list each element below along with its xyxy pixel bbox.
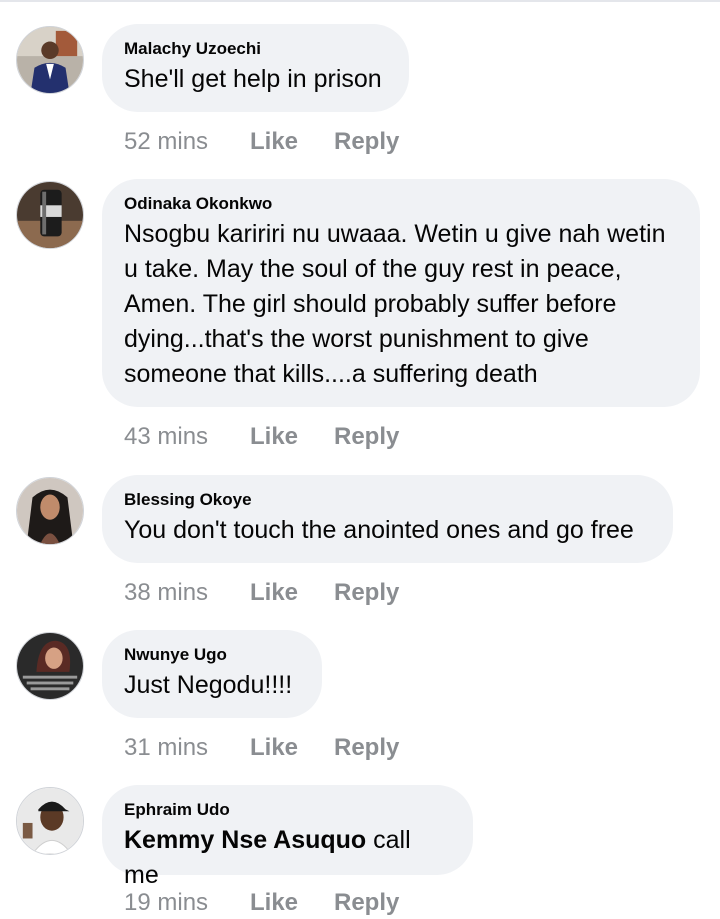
like-button[interactable]: Like <box>250 423 334 451</box>
can-avatar-icon <box>17 182 83 248</box>
avatar[interactable] <box>16 26 84 94</box>
man-cap-avatar-icon <box>17 788 83 854</box>
comment-actions: 38 mins Like Reply <box>124 579 399 607</box>
like-button[interactable]: Like <box>250 889 334 917</box>
comment-actions: 19 mins Like Reply <box>124 889 399 917</box>
comment-text: She'll get help in prison <box>124 65 382 93</box>
comment-text: Kemmy Nse Asuquo call me <box>124 823 451 893</box>
person-in-suit-avatar-icon <box>17 27 83 93</box>
comment-actions: 31 mins Like Reply <box>124 734 399 762</box>
reply-button[interactable]: Reply <box>334 128 399 156</box>
like-button[interactable]: Like <box>250 579 334 607</box>
comment-time[interactable]: 43 mins <box>124 423 250 451</box>
comment-bubble: Blessing Okoye You don't touch the anoin… <box>102 475 673 563</box>
woman-quote-avatar-icon <box>17 633 83 699</box>
avatar[interactable] <box>16 477 84 545</box>
woman-braids-avatar-icon <box>17 478 83 544</box>
avatar[interactable] <box>16 787 84 855</box>
comment-author[interactable]: Nwunye Ugo <box>124 644 300 666</box>
top-divider <box>0 0 720 2</box>
reply-button[interactable]: Reply <box>334 889 399 917</box>
comment-author[interactable]: Malachy Uzoechi <box>124 38 387 60</box>
comment-author[interactable]: Ephraim Udo <box>124 799 451 821</box>
comment-time[interactable]: 38 mins <box>124 579 250 607</box>
reply-button[interactable]: Reply <box>334 734 399 762</box>
comment-actions: 43 mins Like Reply <box>124 423 399 451</box>
comment-author[interactable]: Odinaka Okonkwo <box>124 193 678 215</box>
comment-time[interactable]: 19 mins <box>124 889 250 917</box>
mention-link[interactable]: Kemmy Nse Asuquo <box>124 826 366 854</box>
comment-time[interactable]: 31 mins <box>124 734 250 762</box>
like-button[interactable]: Like <box>250 734 334 762</box>
avatar[interactable] <box>16 632 84 700</box>
comment-text: Just Negodu!!!! <box>124 671 293 699</box>
like-button[interactable]: Like <box>250 128 334 156</box>
comment-text: Nsogbu kaririri nu uwaaa. Wetin u give n… <box>124 220 666 388</box>
reply-button[interactable]: Reply <box>334 579 399 607</box>
reply-button[interactable]: Reply <box>334 423 399 451</box>
comment-text: You don't touch the anointed ones and go… <box>124 516 634 544</box>
comment-author[interactable]: Blessing Okoye <box>124 489 651 511</box>
comment-bubble: Malachy Uzoechi She'll get help in priso… <box>102 24 409 112</box>
comment-bubble: Nwunye Ugo Just Negodu!!!! <box>102 630 322 718</box>
comment-bubble: Ephraim Udo Kemmy Nse Asuquo call me <box>102 785 473 889</box>
comment-bubble: Odinaka Okonkwo Nsogbu kaririri nu uwaaa… <box>102 179 700 407</box>
avatar[interactable] <box>16 181 84 249</box>
comment-actions: 52 mins Like Reply <box>124 128 399 156</box>
comment-time[interactable]: 52 mins <box>124 128 250 156</box>
